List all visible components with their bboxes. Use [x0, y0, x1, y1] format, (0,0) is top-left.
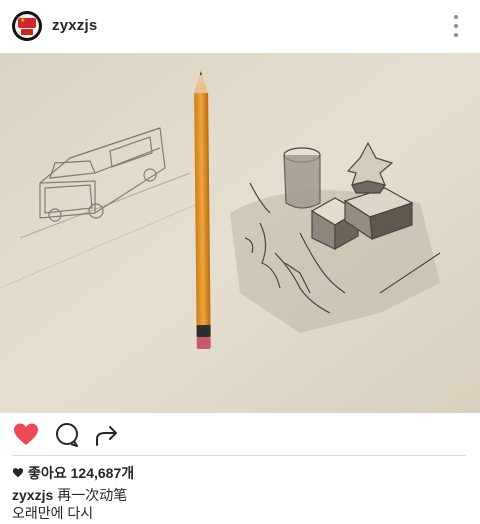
caption-line-1: 再一次动笔 — [57, 487, 128, 503]
comment-bubble-icon[interactable] — [53, 421, 81, 449]
pencil-sketch-image — [0, 53, 480, 413]
avatar-image: ★ — [15, 14, 39, 38]
divider — [12, 455, 466, 456]
post-photo[interactable] — [0, 53, 480, 413]
likes-count: 124,687개 — [70, 465, 135, 481]
avatar[interactable]: ★ — [12, 11, 42, 41]
likes-count-row[interactable]: 좋아요 124,687개 — [12, 463, 134, 483]
caption-username[interactable]: zyxzjs — [12, 487, 53, 503]
post-caption: zyxzjs 再一次动笔 오래만에 다시 — [12, 486, 466, 522]
heart-small-icon — [12, 468, 24, 478]
post-header: ★ zyxzjs — [0, 0, 480, 53]
caption-line-2: 오래만에 다시 — [12, 505, 94, 521]
instagram-post: ★ zyxzjs 좋아요 124,687개 zyxzjs 再一次动笔 오래만에 … — [0, 0, 480, 524]
heart-filled-icon[interactable] — [12, 421, 40, 449]
likes-label: 좋아요 — [28, 465, 67, 481]
post-username[interactable]: zyxzjs — [52, 17, 97, 34]
share-arrow-icon[interactable] — [93, 421, 121, 449]
action-bar — [0, 413, 480, 457]
more-vertical-icon[interactable] — [446, 15, 466, 37]
